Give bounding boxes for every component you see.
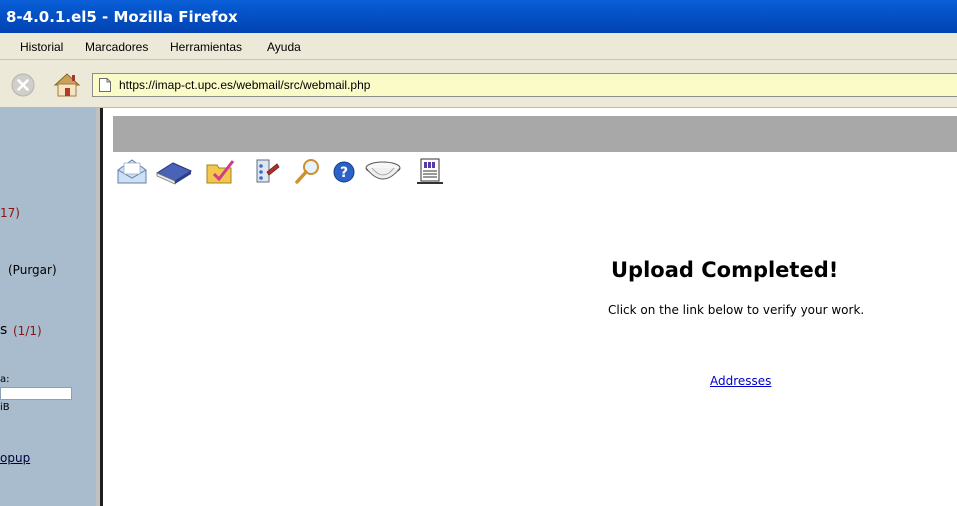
stop-icon[interactable] — [10, 72, 36, 98]
upload-message: Click on the link below to verify your w… — [608, 303, 865, 317]
folder-unread-count[interactable]: (1/1) — [13, 324, 42, 338]
header-bar — [113, 116, 957, 152]
quota-size: iB — [0, 402, 10, 413]
url-text: https://imap-ct.upc.es/webmail/src/webma… — [119, 78, 371, 92]
menu-marcadores[interactable]: Marcadores — [85, 40, 148, 54]
inbox-unread-count[interactable]: 17) — [0, 206, 20, 220]
url-bar[interactable]: https://imap-ct.upc.es/webmail/src/webma… — [92, 73, 957, 97]
popup-link[interactable]: opup — [0, 451, 30, 465]
search-icon[interactable] — [291, 156, 325, 186]
folder-label-fragment[interactable]: s — [0, 322, 7, 338]
options-icon[interactable] — [247, 156, 281, 186]
upload-title: Upload Completed! — [611, 258, 839, 282]
window-title: 8-4.0.1.el5 - Mozilla Firefox — [6, 8, 238, 26]
page-icon — [99, 78, 111, 92]
help-icon[interactable]: ? — [327, 156, 361, 186]
menu-historial[interactable]: Historial — [20, 40, 63, 54]
calendar-bowl-icon[interactable] — [363, 156, 403, 186]
menu-bar: Historial Marcadores Herramientas Ayuda — [0, 33, 957, 60]
main-frame: ? Upload Completed! Click on the link be… — [103, 108, 957, 506]
window-titlebar: 8-4.0.1.el5 - Mozilla Firefox — [0, 0, 957, 33]
quota-bar — [0, 387, 72, 400]
addresses-link[interactable]: Addresses — [710, 374, 771, 388]
navigation-toolbar: https://imap-ct.upc.es/webmail/src/webma… — [0, 60, 957, 108]
menu-herramientas[interactable]: Herramientas — [170, 40, 242, 54]
home-icon[interactable] — [52, 72, 82, 98]
notes-icon[interactable] — [413, 156, 447, 186]
purgar-link[interactable]: (Purgar) — [8, 263, 57, 277]
folder-sidebar: 17) (Purgar) s (1/1) a: iB opup — [0, 108, 96, 506]
svg-text:?: ? — [340, 165, 348, 181]
menu-ayuda[interactable]: Ayuda — [267, 40, 301, 54]
compose-icon[interactable] — [115, 156, 149, 186]
quota-label: a: — [0, 374, 10, 385]
folders-icon[interactable] — [203, 156, 237, 186]
addressbook-icon[interactable] — [155, 156, 193, 186]
